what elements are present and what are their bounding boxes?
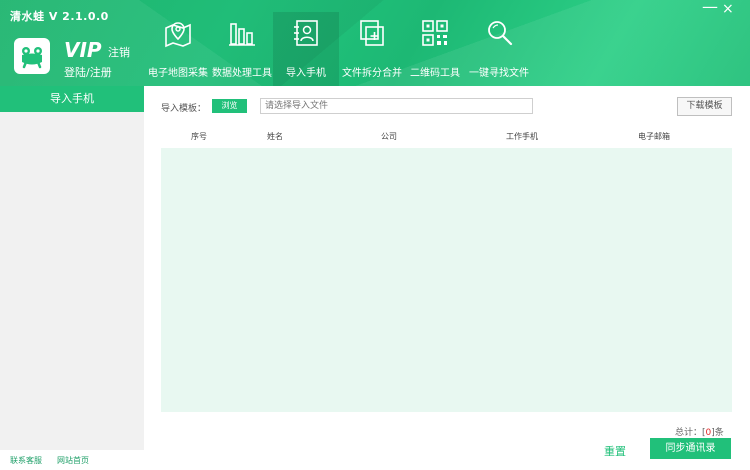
total-prefix: 总计：[	[675, 428, 706, 438]
download-template-button[interactable]: 下载模板	[677, 97, 732, 116]
contact-support-link[interactable]: 联系客服	[10, 455, 42, 466]
sync-contacts-button[interactable]: 同步通讯录	[650, 438, 731, 459]
website-home-link[interactable]: 网站首页	[57, 455, 89, 466]
column-header-name: 姓名	[267, 132, 283, 141]
contact-card-icon	[294, 20, 318, 46]
tool-map-collect[interactable]: 电子地图采集	[145, 12, 211, 86]
sidebar: 导入手机	[0, 86, 144, 450]
total-count: 总计：[0]条	[675, 425, 724, 438]
tool-find-file[interactable]: 一键寻找文件	[466, 12, 532, 86]
tool-qr-code[interactable]: 二维码工具	[402, 12, 468, 86]
file-path-input[interactable]	[260, 98, 533, 114]
map-pin-icon	[165, 22, 191, 48]
column-header-index: 序号	[191, 132, 207, 141]
search-icon	[488, 21, 513, 46]
close-button[interactable]: ×	[722, 2, 734, 16]
import-template-label: 导入模板：	[161, 104, 207, 114]
tool-label: 一键寻找文件	[469, 68, 529, 79]
vip-badge: VIP	[64, 38, 102, 62]
table-header: 序号 姓名 公司 工作手机 电子邮箱	[161, 128, 732, 147]
column-header-work-phone: 工作手机	[506, 132, 538, 141]
sidebar-item-import-phone[interactable]: 导入手机	[0, 86, 144, 112]
tool-data-process[interactable]: 数据处理工具	[209, 12, 275, 86]
total-suffix: ]条	[711, 428, 724, 438]
frog-logo-icon	[14, 38, 50, 74]
file-split-icon	[360, 20, 384, 46]
column-header-email: 电子邮箱	[638, 132, 670, 141]
qr-code-icon	[422, 20, 448, 46]
app-title: 清水蛙 V 2.1.0.0	[10, 10, 109, 23]
table-body	[161, 148, 732, 412]
logout-link[interactable]: 注销	[108, 44, 130, 60]
tool-import-phone[interactable]: 导入手机	[273, 12, 339, 86]
column-header-company: 公司	[381, 132, 397, 141]
header-bar: 清水蛙 V 2.1.0.0 — × VIP 注销 登陆/注册 电子地图采集 数据…	[0, 0, 750, 86]
login-register-link[interactable]: 登陆/注册	[64, 64, 112, 80]
reset-button[interactable]: 重置	[604, 443, 626, 459]
bar-chart-icon	[229, 23, 255, 46]
browse-button[interactable]: 浏览	[212, 99, 247, 113]
minimize-button[interactable]: —	[702, 0, 718, 15]
